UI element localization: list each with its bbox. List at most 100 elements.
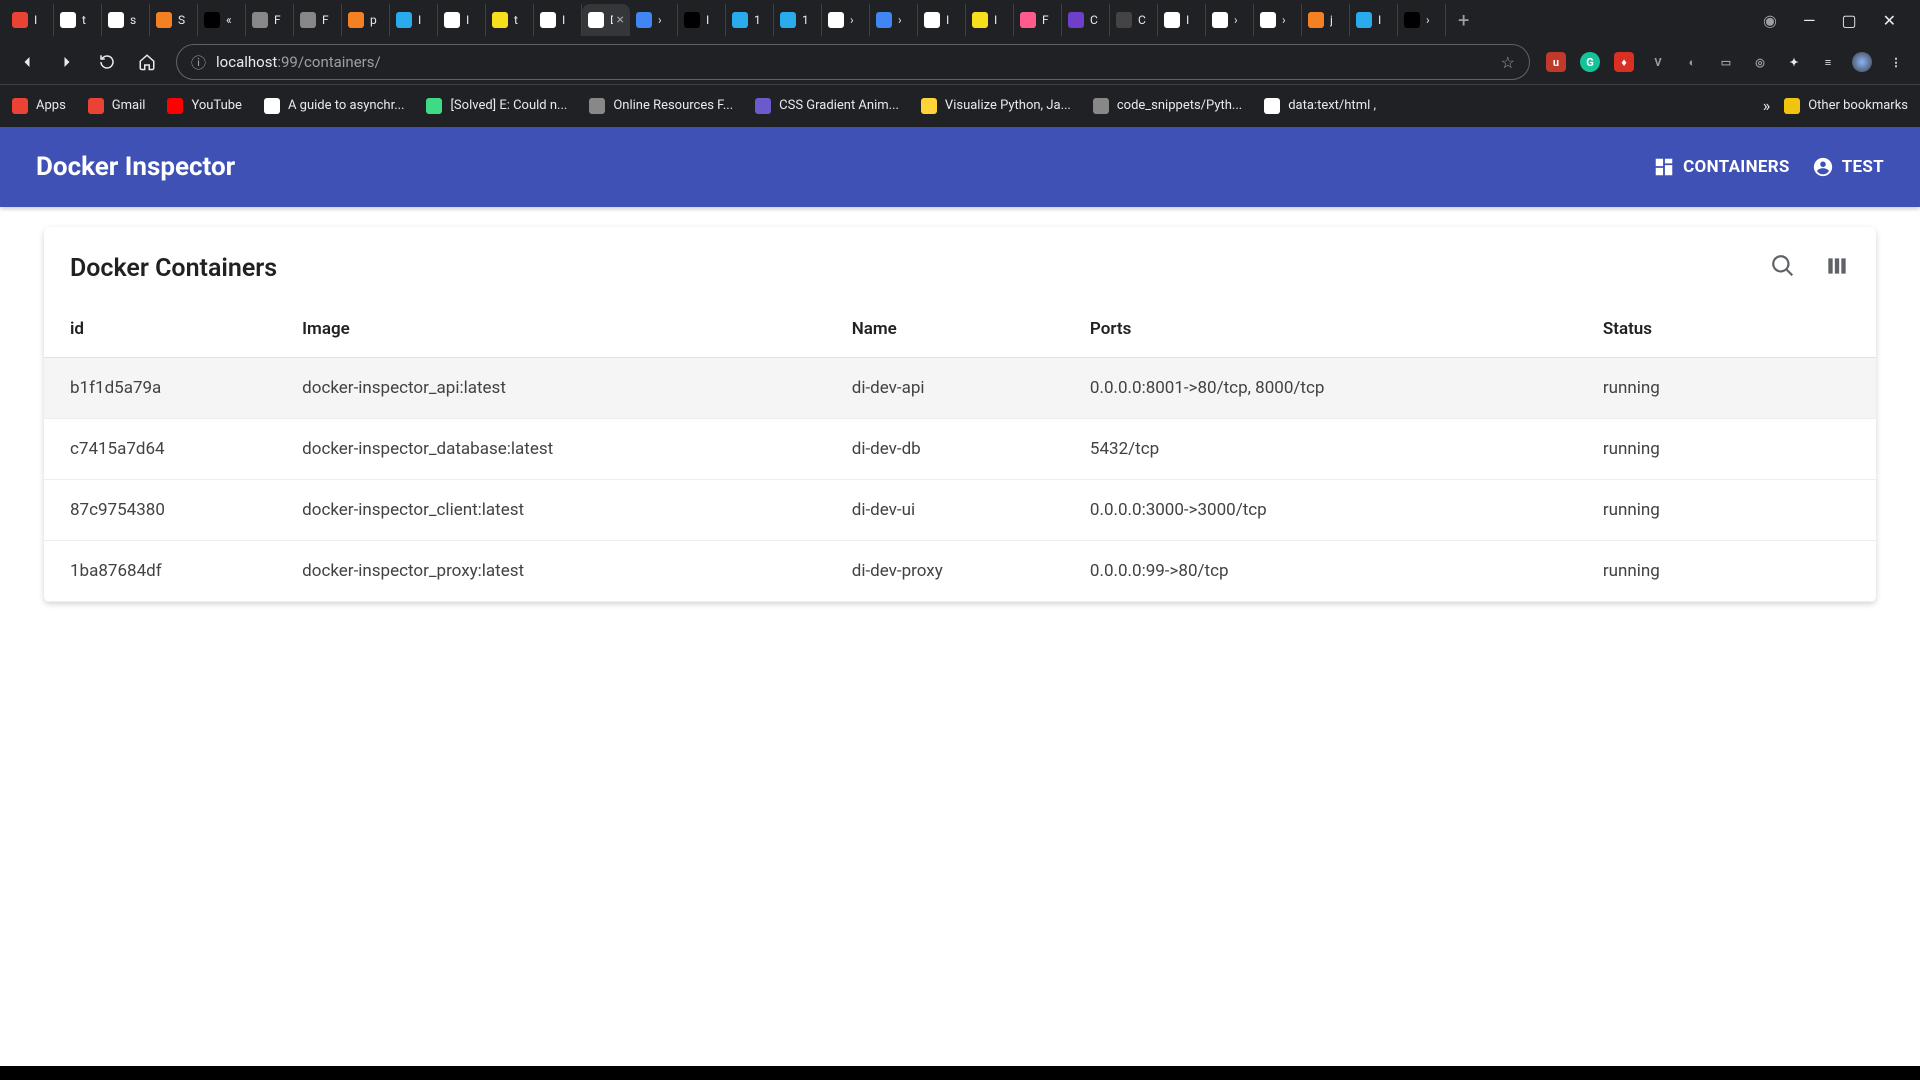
taskbar [0,1066,1920,1080]
cell-ports: 0.0.0.0:8001->80/tcp, 8000/tcp [1070,358,1583,419]
bookmark-favicon [264,98,280,114]
bookmark-item[interactable]: Apps [12,98,66,114]
browser-tab[interactable]: F [246,4,294,36]
browser-tab[interactable]: s [102,4,150,36]
col-header-id[interactable]: id [44,301,282,358]
reading-list-icon[interactable]: ≡ [1818,52,1838,72]
tab-close-icon[interactable]: × [617,12,624,28]
containers-card: Docker Containers id Image Name Ports St… [44,227,1876,602]
tab-favicon [780,12,796,28]
nav-test-link[interactable]: TEST [1812,156,1884,178]
browser-chrome: ItsS«FFpIItID×›I11››IIFCCI››jI› + ◉ — ▢ … [0,0,1920,127]
extension-icon-2[interactable]: ◐ [1682,52,1702,72]
browser-tab[interactable]: j [1302,4,1350,36]
browser-tab[interactable]: t [486,4,534,36]
bookmark-item[interactable]: A guide to asynchr... [264,98,405,114]
bookmark-star-icon[interactable]: ☆ [1501,53,1515,72]
browser-tab[interactable]: › [870,4,918,36]
home-button[interactable] [130,45,164,79]
bookmark-item[interactable]: data:text/html , [1264,98,1376,114]
bookmark-item[interactable]: CSS Gradient Anim... [755,98,899,114]
tab-favicon [252,12,268,28]
tab-label: 1 [802,13,809,27]
col-header-name[interactable]: Name [832,301,1070,358]
browser-tab[interactable]: 1 [774,4,822,36]
ublock-icon[interactable]: u [1546,52,1566,72]
reload-button[interactable] [90,45,124,79]
browser-tab[interactable]: › [822,4,870,36]
vue-devtools-icon[interactable]: V [1648,52,1668,72]
browser-tab[interactable]: I [438,4,486,36]
containers-table: id Image Name Ports Status b1f1d5a79adoc… [44,301,1876,602]
browser-tab[interactable]: « [198,4,246,36]
browser-tab[interactable]: D× [582,4,630,36]
browser-tab[interactable]: › [1206,4,1254,36]
browser-tab[interactable]: I [6,4,54,36]
tab-favicon [924,12,940,28]
new-tab-button[interactable]: + [1448,8,1479,32]
grammarly-icon[interactable]: G [1580,52,1600,72]
browser-tab[interactable]: I [918,4,966,36]
nav-containers-link[interactable]: CONTAINERS [1653,156,1790,178]
tab-label: › [850,13,854,27]
profile-avatar-icon[interactable] [1852,52,1872,72]
browser-tab[interactable]: F [294,4,342,36]
chromecast-icon[interactable]: ◉ [1763,11,1777,30]
browser-tab[interactable]: C [1110,4,1158,36]
browser-tab[interactable]: I [678,4,726,36]
extension-icon-3[interactable]: ▭ [1716,52,1736,72]
window-close-icon[interactable]: ✕ [1883,11,1896,30]
table-row[interactable]: 1ba87684dfdocker-inspector_proxy:latestd… [44,541,1876,602]
browser-tab[interactable]: › [630,4,678,36]
window-minimize-icon[interactable]: — [1803,11,1816,30]
extension-icon-4[interactable]: ◎ [1750,52,1770,72]
bookmark-item[interactable]: YouTube [167,98,242,114]
bookmark-item[interactable]: [Solved] E: Could n... [426,98,567,114]
browser-tab[interactable]: I [390,4,438,36]
browser-tab[interactable]: I [1158,4,1206,36]
browser-tab[interactable]: p [342,4,390,36]
address-bar-row: ⓘ localhost:99/containers/ ☆ u G ♦ V ◐ ▭… [0,40,1920,84]
account-circle-icon [1812,156,1834,178]
tab-label: › [658,13,662,27]
table-row[interactable]: b1f1d5a79adocker-inspector_api:latestdi-… [44,358,1876,419]
browser-tab[interactable]: F [1014,4,1062,36]
tab-label: I [418,13,421,27]
tab-favicon [1116,12,1132,28]
bookmark-item[interactable]: code_snippets/Pyth... [1093,98,1242,114]
table-row[interactable]: 87c9754380docker-inspector_client:latest… [44,480,1876,541]
browser-tab[interactable]: I [966,4,1014,36]
tab-label: › [898,13,902,27]
browser-tab[interactable]: 1 [726,4,774,36]
cell-status: running [1583,541,1876,602]
bookmark-label: Apps [36,98,66,113]
window-maximize-icon[interactable]: ▢ [1841,11,1856,30]
browser-tab[interactable]: I [1350,4,1398,36]
site-info-icon[interactable]: ⓘ [191,52,206,73]
search-icon[interactable] [1770,253,1796,283]
browser-tab[interactable]: S [150,4,198,36]
extensions-puzzle-icon[interactable]: ✦ [1784,52,1804,72]
browser-tab[interactable]: I [534,4,582,36]
bookmark-item[interactable]: Gmail [88,98,146,114]
bookmark-item[interactable]: Visualize Python, Ja... [921,98,1071,114]
browser-tab[interactable]: C [1062,4,1110,36]
browser-tab[interactable]: › [1398,4,1446,36]
chrome-menu-icon[interactable]: ⋮ [1886,52,1906,72]
tab-favicon [60,12,76,28]
back-button[interactable] [10,45,44,79]
bookmark-item[interactable]: Online Resources F... [589,98,733,114]
other-bookmarks-folder[interactable]: Other bookmarks [1784,98,1908,114]
bookmarks-overflow-icon[interactable]: » [1763,96,1771,115]
forward-button[interactable] [50,45,84,79]
table-row[interactable]: c7415a7d64docker-inspector_database:late… [44,419,1876,480]
extension-icon[interactable]: ♦ [1614,52,1634,72]
col-header-ports[interactable]: Ports [1070,301,1583,358]
col-header-status[interactable]: Status [1583,301,1876,358]
col-header-image[interactable]: Image [282,301,832,358]
columns-icon[interactable] [1824,253,1850,283]
cell-name: di-dev-db [832,419,1070,480]
browser-tab[interactable]: t [54,4,102,36]
browser-tab[interactable]: › [1254,4,1302,36]
address-bar[interactable]: ⓘ localhost:99/containers/ ☆ [176,44,1530,80]
